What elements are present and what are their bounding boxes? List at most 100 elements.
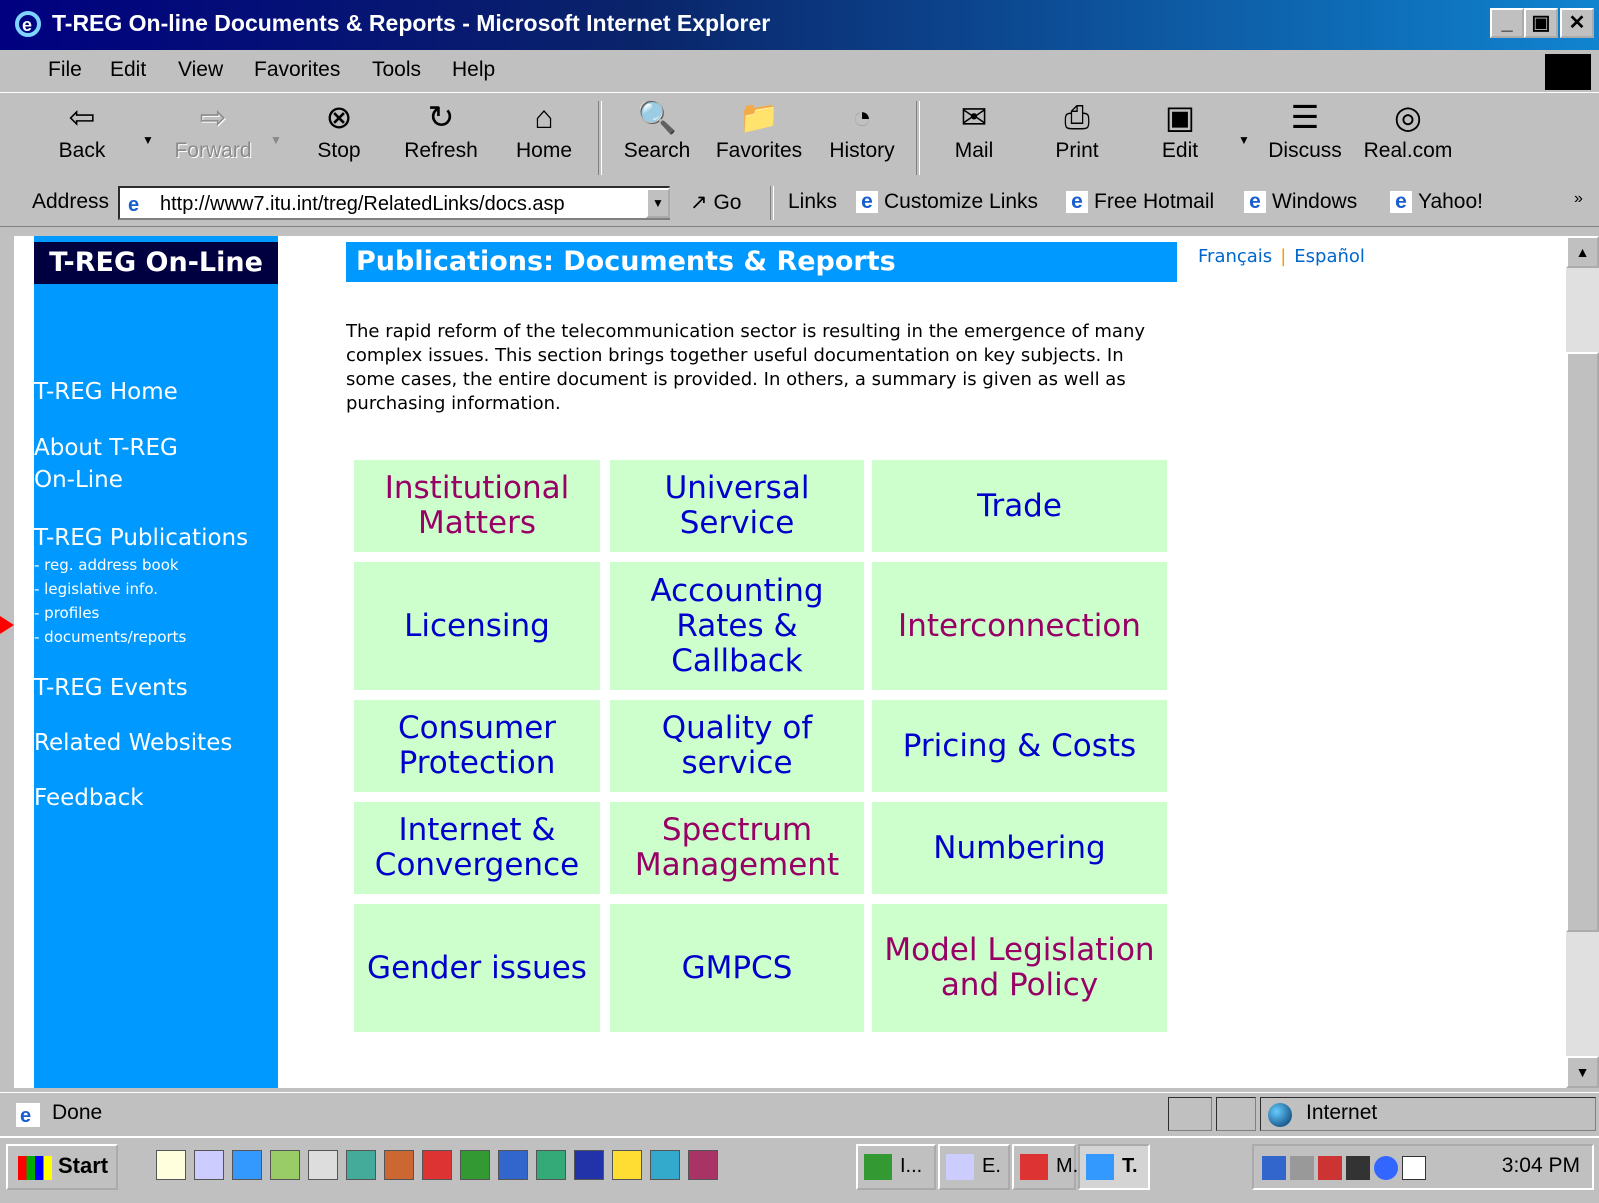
quicklaunch-ie-icon[interactable] <box>232 1150 262 1180</box>
scroll-up-icon[interactable]: ▲ <box>1566 236 1599 268</box>
link-espanol[interactable]: Español <box>1294 246 1365 267</box>
link-customize[interactable]: e Customize Links <box>856 190 1038 214</box>
home-button[interactable]: ⌂ Home <box>508 97 580 163</box>
link-free-hotmail[interactable]: e Free Hotmail <box>1066 190 1214 214</box>
ie-page-icon: e <box>124 192 148 216</box>
quicklaunch-powerpoint-icon[interactable] <box>422 1150 452 1180</box>
back-dropdown-icon[interactable]: ▼ <box>142 133 154 147</box>
topic-link[interactable]: GMPCS <box>610 904 864 1032</box>
quicklaunch-app-icon[interactable] <box>308 1150 338 1180</box>
menu-tools[interactable]: Tools <box>372 58 421 82</box>
menu-help[interactable]: Help <box>452 58 495 82</box>
tray-messenger-icon[interactable] <box>1374 1156 1398 1180</box>
link-francais[interactable]: Français <box>1198 246 1272 267</box>
topic-link[interactable]: Quality of service <box>610 700 864 792</box>
topic-link[interactable]: Gender issues <box>354 904 600 1032</box>
quicklaunch-app-icon[interactable] <box>384 1150 414 1180</box>
sidebar-item-home[interactable]: T-REG Home <box>34 376 178 408</box>
topic-link[interactable]: Consumer Protection <box>354 700 600 792</box>
sidebar-item-about[interactable]: About T-REG On-Line <box>34 432 214 496</box>
links-overflow-icon[interactable]: » <box>1574 190 1583 208</box>
page-title: Publications: Documents & Reports <box>346 242 1177 282</box>
quicklaunch-excel-icon[interactable] <box>460 1150 490 1180</box>
go-button[interactable]: ↗ Go <box>690 190 741 215</box>
history-button[interactable]: ◔ History <box>824 97 900 163</box>
taskbar-item-4[interactable]: T. <box>1078 1144 1150 1190</box>
forward-dropdown-icon[interactable]: ▼ <box>270 133 282 147</box>
taskbar: Start I... E. M. T. 3:04 PM <box>0 1136 1599 1203</box>
taskbar-item-1[interactable]: I... <box>856 1144 936 1190</box>
search-button[interactable]: 🔍 Search <box>620 97 694 163</box>
menu-edit[interactable]: Edit <box>110 58 146 82</box>
maximize-button[interactable]: ▣ <box>1524 8 1558 38</box>
links-label: Links <box>788 190 838 213</box>
link-windows[interactable]: e Windows <box>1244 190 1357 214</box>
quicklaunch-outlook-icon[interactable] <box>270 1150 300 1180</box>
menu-file[interactable]: File <box>48 58 82 82</box>
discuss-button[interactable]: ☰ Discuss <box>1266 97 1344 163</box>
back-button[interactable]: ⇦ Back <box>52 97 112 163</box>
topic-link[interactable]: Model Legislation and Policy <box>872 904 1167 1032</box>
vertical-scrollbar[interactable]: ▲ ▼ <box>1566 236 1599 1088</box>
sidebar-item-publications[interactable]: T-REG Publications <box>34 522 248 554</box>
taskbar-item-3[interactable]: M. <box>1012 1144 1078 1190</box>
topic-link[interactable]: Trade <box>872 460 1167 552</box>
tray-volume-icon[interactable] <box>1290 1156 1314 1180</box>
quicklaunch-app-icon[interactable] <box>650 1150 680 1180</box>
quicklaunch-search-icon[interactable] <box>194 1150 224 1180</box>
mail-button[interactable]: ✉ Mail <box>944 97 1004 163</box>
sidebar-subitem-documents[interactable]: - documents/reports <box>34 625 186 649</box>
sidebar-subitem-address-book[interactable]: - reg. address book <box>34 553 179 577</box>
scroll-thumb[interactable] <box>1566 352 1599 932</box>
favorites-button[interactable]: 📁 Favorites <box>712 97 806 163</box>
sidebar-item-feedback[interactable]: Feedback <box>34 782 144 814</box>
topic-link[interactable]: Universal Service <box>610 460 864 552</box>
topic-link[interactable]: Pricing & Costs <box>872 700 1167 792</box>
stop-button[interactable]: ⊗ Stop <box>306 97 372 163</box>
topic-link[interactable]: Spectrum Management <box>610 802 864 894</box>
windows-flag-icon <box>18 1156 52 1180</box>
topic-link[interactable]: Interconnection <box>872 562 1167 690</box>
topic-link[interactable]: Internet & Convergence <box>354 802 600 894</box>
edit-button[interactable]: ▣ Edit <box>1152 97 1208 163</box>
close-button[interactable]: ✕ <box>1560 8 1594 38</box>
realcom-button[interactable]: ◎ Real.com <box>1362 97 1454 163</box>
tray-antivirus-icon[interactable] <box>1318 1156 1342 1180</box>
quicklaunch-key-icon[interactable] <box>612 1150 642 1180</box>
forward-button[interactable]: ⇨ Forward <box>168 97 258 163</box>
scroll-down-icon[interactable]: ▼ <box>1566 1056 1599 1088</box>
quicklaunch-publisher-icon[interactable] <box>536 1150 566 1180</box>
topic-link[interactable]: Accounting Rates & Callback <box>610 562 864 690</box>
minimize-button[interactable]: _ <box>1490 8 1524 38</box>
svg-text:e: e <box>22 15 32 35</box>
refresh-icon: ↻ <box>427 99 455 135</box>
sidebar-item-events[interactable]: T-REG Events <box>34 672 188 704</box>
tray-network-icon[interactable] <box>1262 1156 1286 1180</box>
quicklaunch-app-icon[interactable] <box>688 1150 718 1180</box>
title-bar[interactable]: e T-REG On-line Documents & Reports - Mi… <box>0 0 1599 50</box>
taskbar-item-2[interactable]: E. <box>938 1144 1010 1190</box>
topic-link[interactable]: Licensing <box>354 562 600 690</box>
address-dropdown-icon[interactable]: ▼ <box>646 188 670 218</box>
link-yahoo[interactable]: e Yahoo! <box>1390 190 1483 214</box>
sidebar-item-related-websites[interactable]: Related Websites <box>34 727 232 759</box>
menu-view[interactable]: View <box>178 58 223 82</box>
quicklaunch-access-icon[interactable] <box>498 1150 528 1180</box>
topic-link[interactable]: Numbering <box>872 802 1167 894</box>
address-input[interactable]: e http://www7.itu.int/treg/RelatedLinks/… <box>118 186 670 220</box>
topic-link[interactable]: Institutional Matters <box>354 460 600 552</box>
refresh-button[interactable]: ↻ Refresh <box>398 97 484 163</box>
tray-mail-icon[interactable] <box>1402 1156 1426 1180</box>
menu-favorites[interactable]: Favorites <box>254 58 340 82</box>
quicklaunch-app-icon[interactable] <box>346 1150 376 1180</box>
realcom-icon: ◎ <box>1394 99 1422 135</box>
print-button[interactable]: ⎙ Print <box>1048 97 1106 163</box>
address-separator <box>770 186 774 220</box>
sidebar-subitem-legislative[interactable]: - legislative info. <box>34 577 158 601</box>
quicklaunch-word-icon[interactable] <box>574 1150 604 1180</box>
edit-dropdown-icon[interactable]: ▼ <box>1238 133 1250 147</box>
start-button[interactable]: Start <box>6 1144 118 1190</box>
quicklaunch-desktop-icon[interactable] <box>156 1150 186 1180</box>
sidebar-subitem-profiles[interactable]: - profiles <box>34 601 99 625</box>
tray-camera-icon[interactable] <box>1346 1156 1370 1180</box>
